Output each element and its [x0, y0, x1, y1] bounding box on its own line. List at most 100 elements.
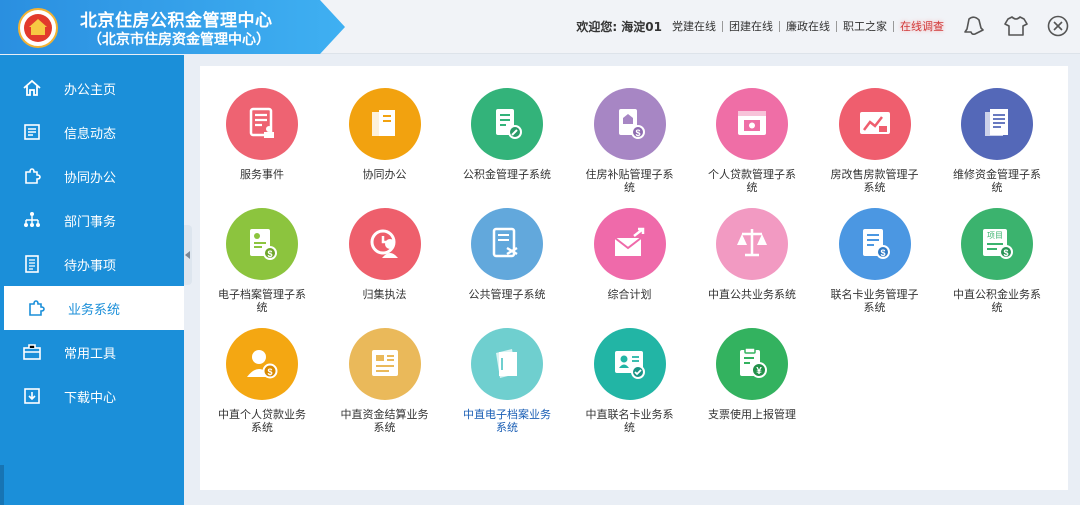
- sidebar-item-label: 协同办公: [64, 170, 117, 186]
- sidebar-item-label: 待办事项: [64, 258, 117, 274]
- app-tile-label[interactable]: 中直公积金业务系统: [942, 288, 1052, 314]
- app-tile-5[interactable]: 个人贷款管理子系统: [697, 88, 807, 194]
- app-tile-label[interactable]: 电子档案管理子系统: [207, 288, 317, 314]
- app-tile-circle[interactable]: [226, 88, 298, 160]
- app-tile-circle[interactable]: [471, 88, 543, 160]
- app-tile-circle[interactable]: [716, 88, 788, 160]
- app-tile-11[interactable]: 综合计划: [575, 208, 685, 301]
- app-tile-9[interactable]: 归集执法: [330, 208, 440, 301]
- app-tile-circle[interactable]: ¥: [716, 328, 788, 400]
- documents-icon: [985, 109, 1008, 136]
- nav-link-survey[interactable]: 在线调查: [893, 21, 950, 32]
- svg-text:$: $: [1003, 248, 1008, 258]
- nav-link-staff-home[interactable]: 职工之家: [836, 21, 893, 32]
- bell-icon[interactable]: [962, 14, 986, 38]
- sidebar: 办公主页信息动态协同办公部门事务待办事项业务系统常用工具下载中心: [0, 55, 184, 505]
- app-tile-label[interactable]: 中直个人贷款业务系统: [207, 408, 317, 434]
- scales-icon: [737, 229, 767, 257]
- app-tile-circle[interactable]: $: [838, 208, 911, 280]
- archive-doc-icon: [496, 349, 517, 378]
- app-title: 北京住房公积金管理中心: [80, 11, 273, 31]
- app-tile-label[interactable]: 维修资金管理子系统: [942, 168, 1052, 194]
- list-doc-icon: [371, 350, 398, 376]
- app-tile-circle[interactable]: [838, 88, 911, 160]
- app-subtitle: （北京市住房资金管理中心）: [88, 32, 270, 48]
- app-tile-circle[interactable]: [348, 328, 421, 400]
- svg-text:$: $: [880, 248, 885, 258]
- sidebar-collapse-handle[interactable]: [184, 225, 192, 285]
- sidebar-item-8[interactable]: 下载中心: [0, 374, 184, 418]
- app-tile-10[interactable]: 公共管理子系统: [452, 208, 562, 301]
- app-tile-circle[interactable]: 项目 $: [961, 208, 1033, 280]
- sidebar-item-label: 办公主页: [64, 82, 117, 98]
- chart-board-icon: [859, 112, 890, 134]
- app-tile-label[interactable]: 归集执法: [330, 288, 440, 301]
- sidebar-item-6[interactable]: 业务系统: [4, 286, 184, 330]
- top-icons: [962, 14, 1070, 38]
- app-tile-circle[interactable]: [471, 328, 543, 400]
- app-tile-8[interactable]: $ 电子档案管理子系统: [207, 208, 317, 314]
- welcome-text: 欢迎您: 海淀01: [576, 20, 662, 34]
- sidebar-item-7[interactable]: 常用工具: [0, 330, 184, 374]
- app-tile-circle[interactable]: $: [226, 328, 298, 400]
- svg-text:$: $: [267, 249, 272, 259]
- sidebar-item-1[interactable]: 办公主页: [0, 66, 184, 110]
- app-tile-label[interactable]: 中直联名卡业务系统: [575, 408, 685, 434]
- sidebar-item-4[interactable]: 部门事务: [0, 198, 184, 242]
- app-tile-circle[interactable]: [593, 328, 666, 400]
- app-tile-label[interactable]: 中直资金结算业务系统: [330, 408, 440, 434]
- close-icon[interactable]: [1046, 14, 1070, 38]
- app-tile-15[interactable]: $ 中直个人贷款业务系统: [207, 328, 317, 434]
- app-tile-circle[interactable]: $: [226, 208, 298, 280]
- app-tile-circle[interactable]: $: [593, 88, 666, 160]
- app-tile-label[interactable]: 公共管理子系统: [452, 288, 562, 301]
- sidebar-item-3[interactable]: 协同办公: [0, 154, 184, 198]
- app-tile-label[interactable]: 中直公共业务系统: [697, 288, 807, 301]
- app-tile-circle[interactable]: [348, 88, 421, 160]
- app-tile-6[interactable]: 房改售房款管理子系统: [820, 88, 930, 194]
- envelope-arrow-icon: [613, 227, 644, 256]
- app-tile-label[interactable]: 服务事件: [207, 168, 317, 181]
- app-tile-label[interactable]: 综合计划: [575, 288, 685, 301]
- app-tile-circle[interactable]: [348, 208, 421, 280]
- app-tile-17[interactable]: 中直电子档案业务系统: [452, 328, 562, 434]
- app-tile-7[interactable]: 维修资金管理子系统: [942, 88, 1052, 194]
- app-tile-label[interactable]: 房改售房款管理子系统: [820, 168, 930, 194]
- app-tile-1[interactable]: 服务事件: [207, 88, 317, 181]
- app-tile-label[interactable]: 中直电子档案业务系统: [452, 408, 562, 434]
- todo-list-icon: [25, 255, 39, 273]
- app-tile-label[interactable]: 住房补贴管理子系统: [575, 168, 685, 194]
- nav-link-integrity[interactable]: 廉政在线: [779, 21, 836, 32]
- app-tile-18[interactable]: 中直联名卡业务系统: [575, 328, 685, 434]
- app-tile-19[interactable]: ¥ 支票使用上报管理: [697, 328, 807, 421]
- app-tile-label[interactable]: 协同办公: [330, 168, 440, 181]
- nav-link-party[interactable]: 党建在线: [672, 21, 722, 32]
- puzzle-icon: [29, 300, 45, 316]
- app-tile-16[interactable]: 中直资金结算业务系统: [330, 328, 440, 434]
- project-money-icon: 项目$: [983, 229, 1013, 259]
- app-tile-3[interactable]: 公积金管理子系统: [452, 88, 562, 181]
- web-page-icon: [738, 111, 766, 135]
- app-tile-12[interactable]: 中直公共业务系统: [697, 208, 807, 301]
- app-tile-13[interactable]: $ 联名卡业务管理子系统: [820, 208, 930, 314]
- sidebar-item-label: 常用工具: [64, 346, 117, 362]
- app-tile-circle[interactable]: [716, 208, 788, 280]
- svg-text:$: $: [267, 367, 272, 377]
- nav-link-youth[interactable]: 团建在线: [722, 21, 779, 32]
- app-tile-circle[interactable]: [593, 208, 666, 280]
- sidebar-item-2[interactable]: 信息动态: [0, 110, 184, 154]
- app-tile-label[interactable]: 个人贷款管理子系统: [697, 168, 807, 194]
- app-tile-circle[interactable]: [961, 88, 1033, 160]
- header-bar: 北京住房公积金管理中心 （北京市住房资金管理中心） 欢迎您: 海淀01 党建在线…: [0, 0, 1080, 54]
- app-tile-label[interactable]: 公积金管理子系统: [452, 168, 562, 181]
- app-tile-label[interactable]: 支票使用上报管理: [697, 408, 807, 421]
- app-tile-14[interactable]: 项目 $ 中直公积金业务系统: [942, 208, 1052, 314]
- top-nav: 欢迎您: 海淀01 党建在线 团建在线 廉政在线 职工之家 在线调查: [576, 18, 950, 35]
- shirt-icon[interactable]: [1004, 14, 1028, 38]
- app-tile-4[interactable]: $ 住房补贴管理子系统: [575, 88, 685, 194]
- app-tile-2[interactable]: 协同办公: [330, 88, 440, 181]
- document-edit-icon: [496, 109, 522, 139]
- app-tile-label[interactable]: 联名卡业务管理子系统: [820, 288, 930, 314]
- app-tile-circle[interactable]: [471, 208, 543, 280]
- sidebar-item-5[interactable]: 待办事项: [0, 242, 184, 286]
